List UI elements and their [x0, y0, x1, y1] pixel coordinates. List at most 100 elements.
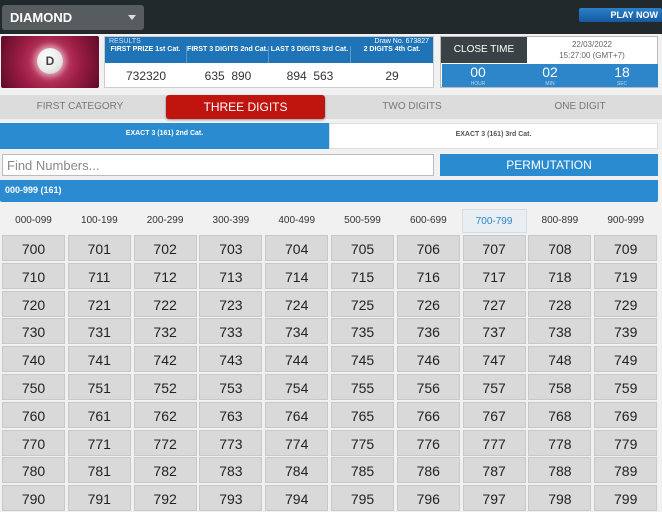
number-cell[interactable]: 711: [67, 262, 131, 289]
number-cell[interactable]: 760: [2, 401, 65, 428]
number-cell[interactable]: 740: [2, 346, 65, 373]
number-cell[interactable]: 709: [594, 235, 658, 261]
number-cell[interactable]: 719: [594, 262, 658, 289]
number-cell[interactable]: 721: [67, 290, 131, 317]
number-cell[interactable]: 746: [396, 346, 460, 373]
number-cell[interactable]: 771: [67, 429, 131, 456]
number-cell[interactable]: 718: [528, 262, 592, 289]
number-cell[interactable]: 700: [2, 235, 65, 261]
number-cell[interactable]: 756: [396, 374, 460, 400]
number-cell[interactable]: 794: [265, 485, 329, 512]
range-tab[interactable]: 000-099: [1, 209, 66, 233]
number-cell[interactable]: 702: [133, 235, 197, 261]
number-cell[interactable]: 736: [396, 318, 460, 345]
number-cell[interactable]: 701: [67, 235, 131, 261]
number-cell[interactable]: 754: [265, 374, 329, 400]
number-cell[interactable]: 769: [594, 401, 658, 428]
tab-exact3-3rd-cat[interactable]: EXACT 3 (161) 3rd Cat.: [329, 123, 658, 149]
number-cell[interactable]: 735: [331, 318, 394, 345]
range-tab[interactable]: 600-699: [396, 209, 461, 233]
number-cell[interactable]: 795: [331, 485, 394, 512]
number-cell[interactable]: 705: [331, 235, 394, 261]
tab-exact3-2nd-cat[interactable]: EXACT 3 (161) 2nd Cat.: [0, 123, 329, 149]
number-cell[interactable]: 782: [133, 457, 197, 484]
number-cell[interactable]: 707: [462, 235, 526, 261]
number-cell[interactable]: 773: [199, 429, 263, 456]
number-cell[interactable]: 797: [462, 485, 526, 512]
number-cell[interactable]: 706: [396, 235, 460, 261]
number-cell[interactable]: 799: [594, 485, 658, 512]
number-cell[interactable]: 741: [67, 346, 131, 373]
number-cell[interactable]: 779: [594, 429, 658, 456]
number-cell[interactable]: 765: [331, 401, 394, 428]
number-cell[interactable]: 789: [594, 457, 658, 484]
number-cell[interactable]: 710: [2, 262, 65, 289]
number-cell[interactable]: 730: [2, 318, 65, 345]
number-cell[interactable]: 757: [462, 374, 526, 400]
number-cell[interactable]: 780: [2, 457, 65, 484]
tab-three-digits[interactable]: THREE DIGITS: [166, 95, 325, 119]
number-cell[interactable]: 792: [133, 485, 197, 512]
tab-one-digit[interactable]: ONE DIGIT: [498, 95, 662, 119]
number-cell[interactable]: 759: [594, 374, 658, 400]
range-tab[interactable]: 500-599: [330, 209, 395, 233]
number-cell[interactable]: 731: [67, 318, 131, 345]
number-cell[interactable]: 755: [331, 374, 394, 400]
number-cell[interactable]: 724: [265, 290, 329, 317]
number-cell[interactable]: 770: [2, 429, 65, 456]
range-tab[interactable]: 300-399: [198, 209, 263, 233]
number-cell[interactable]: 788: [528, 457, 592, 484]
number-cell[interactable]: 761: [67, 401, 131, 428]
number-cell[interactable]: 768: [528, 401, 592, 428]
number-cell[interactable]: 742: [133, 346, 197, 373]
number-cell[interactable]: 713: [199, 262, 263, 289]
number-cell[interactable]: 781: [67, 457, 131, 484]
number-cell[interactable]: 786: [396, 457, 460, 484]
number-cell[interactable]: 750: [2, 374, 65, 400]
number-cell[interactable]: 725: [331, 290, 394, 317]
game-select[interactable]: DIAMOND: [2, 5, 144, 30]
number-cell[interactable]: 791: [67, 485, 131, 512]
tab-two-digits[interactable]: TWO DIGITS: [332, 95, 492, 119]
number-cell[interactable]: 783: [199, 457, 263, 484]
number-cell[interactable]: 796: [396, 485, 460, 512]
number-cell[interactable]: 785: [331, 457, 394, 484]
number-cell[interactable]: 748: [528, 346, 592, 373]
number-cell[interactable]: 704: [265, 235, 329, 261]
number-cell[interactable]: 764: [265, 401, 329, 428]
number-cell[interactable]: 784: [265, 457, 329, 484]
number-cell[interactable]: 766: [396, 401, 460, 428]
number-cell[interactable]: 722: [133, 290, 197, 317]
number-cell[interactable]: 798: [528, 485, 592, 512]
number-cell[interactable]: 763: [199, 401, 263, 428]
range-tab[interactable]: 100-199: [67, 209, 132, 233]
number-cell[interactable]: 712: [133, 262, 197, 289]
number-cell[interactable]: 778: [528, 429, 592, 456]
number-cell[interactable]: 733: [199, 318, 263, 345]
number-cell[interactable]: 758: [528, 374, 592, 400]
number-cell[interactable]: 747: [462, 346, 526, 373]
permutation-button[interactable]: PERMUTATION: [440, 154, 658, 176]
number-cell[interactable]: 708: [528, 235, 592, 261]
range-tab[interactable]: 700-799: [461, 209, 527, 233]
number-cell[interactable]: 790: [2, 485, 65, 512]
range-tab[interactable]: 900-999: [593, 209, 658, 233]
number-cell[interactable]: 793: [199, 485, 263, 512]
number-cell[interactable]: 728: [528, 290, 592, 317]
number-cell[interactable]: 703: [199, 235, 263, 261]
number-cell[interactable]: 752: [133, 374, 197, 400]
number-cell[interactable]: 745: [331, 346, 394, 373]
number-cell[interactable]: 743: [199, 346, 263, 373]
number-cell[interactable]: 716: [396, 262, 460, 289]
number-cell[interactable]: 734: [265, 318, 329, 345]
tab-first-category[interactable]: FIRST CATEGORY: [0, 95, 160, 119]
range-tab[interactable]: 400-499: [264, 209, 329, 233]
number-cell[interactable]: 732: [133, 318, 197, 345]
number-cell[interactable]: 744: [265, 346, 329, 373]
number-cell[interactable]: 775: [331, 429, 394, 456]
number-cell[interactable]: 749: [594, 346, 658, 373]
number-cell[interactable]: 776: [396, 429, 460, 456]
number-cell[interactable]: 738: [528, 318, 592, 345]
number-cell[interactable]: 787: [462, 457, 526, 484]
number-cell[interactable]: 714: [265, 262, 329, 289]
